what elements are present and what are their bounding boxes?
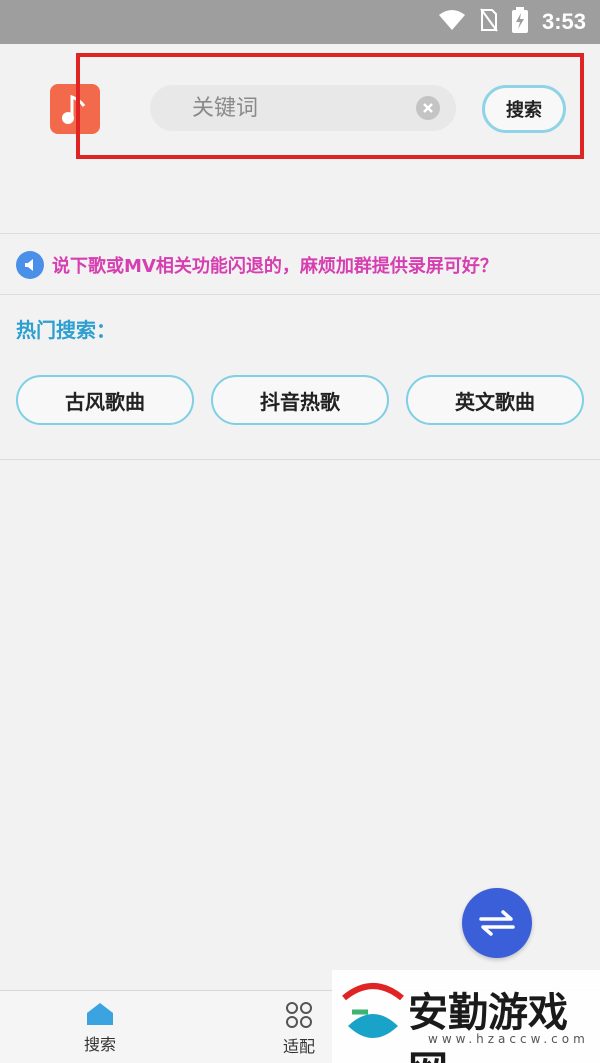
- battery-charging-icon: [511, 7, 528, 37]
- switch-fab[interactable]: [462, 888, 532, 958]
- watermark-url: www.hzaccw.com: [428, 1032, 589, 1046]
- divider: [0, 459, 600, 460]
- watermark-text: 安勤游戏网: [408, 990, 568, 1063]
- speaker-icon: [16, 250, 44, 279]
- hot-tag-douyin[interactable]: 抖音热歌: [211, 375, 389, 425]
- status-time: 3:53: [541, 9, 586, 34]
- notice-text: 说下歌或MV相关功能闪退的，麻烦加群提供录屏可好？: [52, 255, 498, 277]
- watermark-logo-icon: [342, 983, 404, 1038]
- hot-tag-english[interactable]: 英文歌曲: [406, 375, 584, 425]
- wifi-icon: [438, 9, 466, 35]
- nav-label-search: 搜索: [83, 1035, 116, 1054]
- grid-icon: [286, 1002, 312, 1028]
- nav-item-adapt[interactable]: 适配: [259, 1001, 339, 1057]
- no-sim-icon: [480, 8, 498, 36]
- hot-tag-ancient-style[interactable]: 古风歌曲: [16, 375, 194, 425]
- watermark: 安勤游戏网 www.hzaccw.com: [332, 970, 600, 1063]
- hot-search-tags: 古风歌曲 抖音热歌 英文歌曲: [16, 375, 584, 425]
- home-icon: [87, 1003, 113, 1025]
- hot-search-title: 热门搜索：: [16, 318, 116, 342]
- nav-item-search[interactable]: 搜索: [60, 1001, 140, 1055]
- highlight-annotation: [76, 53, 584, 159]
- swap-arrows-icon: [479, 910, 515, 936]
- nav-label-adapt: 适配: [282, 1037, 315, 1056]
- notice-bar: 说下歌或MV相关功能闪退的，麻烦加群提供录屏可好？: [0, 235, 600, 295]
- status-bar: 3:53: [0, 0, 600, 44]
